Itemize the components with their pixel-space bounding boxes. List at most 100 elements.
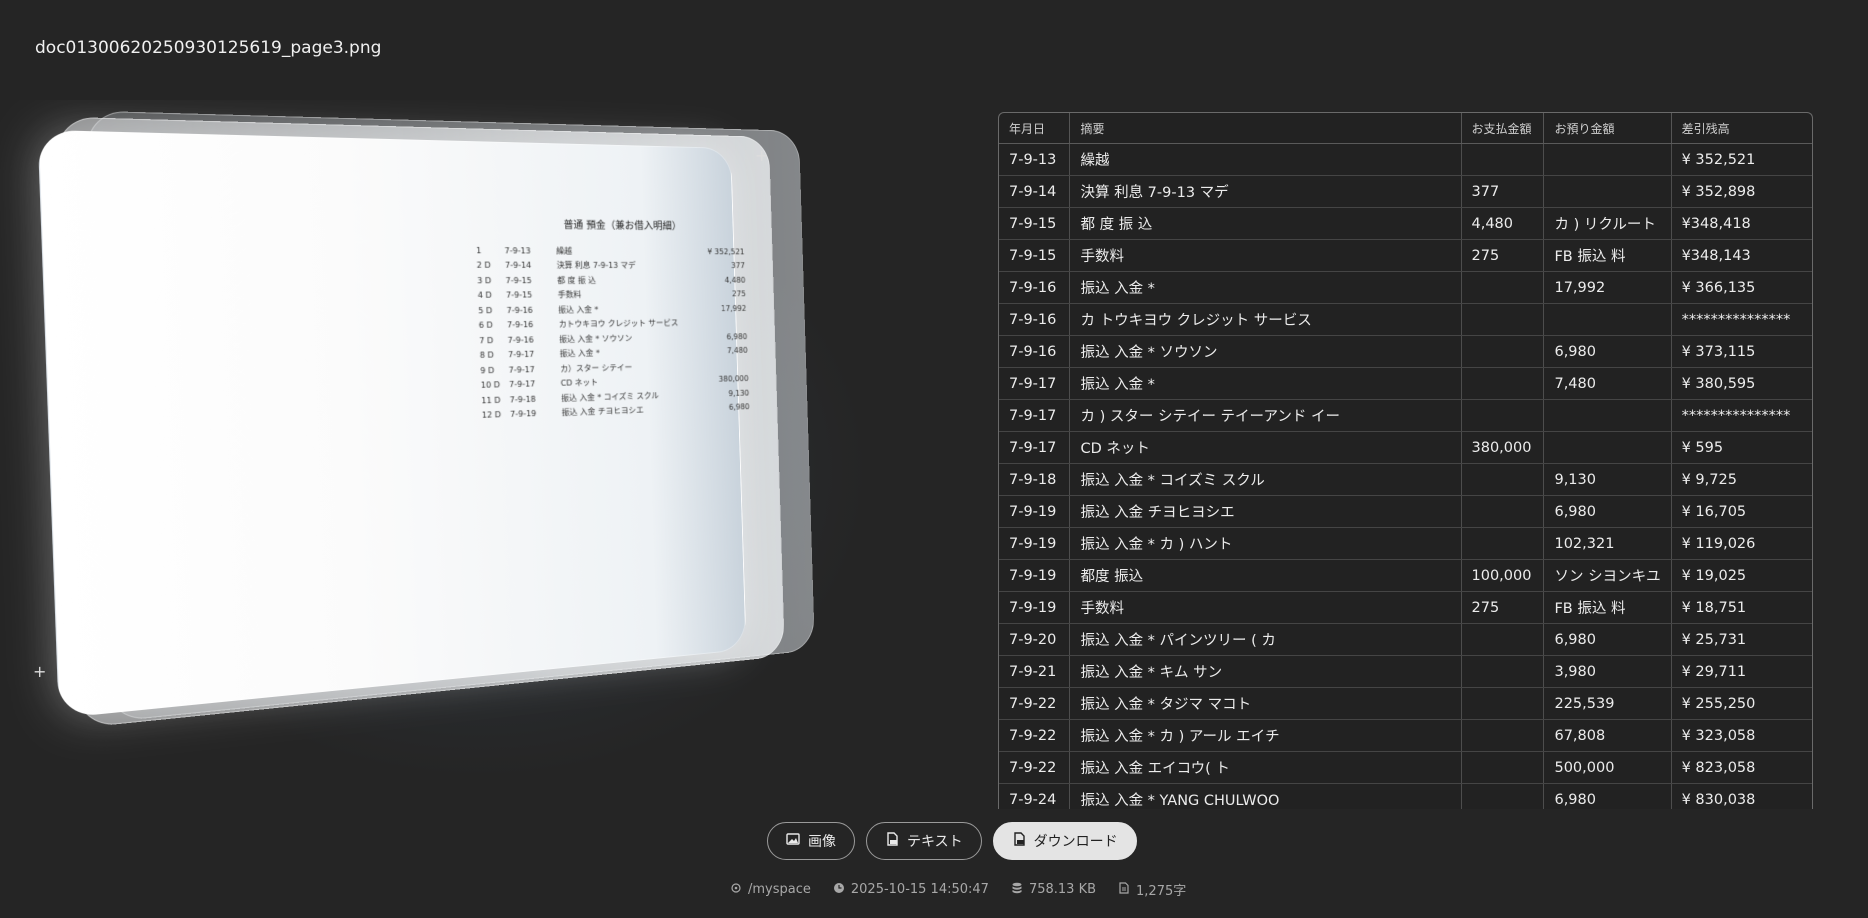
cell-description: 振込 入金 * ソウソン — [1070, 336, 1461, 368]
cell-balance: ¥ 119,026 — [1671, 528, 1812, 560]
cell-payment — [1461, 528, 1544, 560]
preview-line: 3 D 7-9-15 都 度 振 込 4,480 — [477, 273, 764, 288]
file-name: doc01300620250930125619_page3.png — [35, 38, 381, 58]
preview-line-field: 377 — [690, 259, 745, 273]
cell-deposit: 6,980 — [1544, 784, 1671, 810]
cell-balance: ¥ 18,751 — [1671, 592, 1812, 624]
crosshair-icon: + — [33, 662, 46, 681]
table-row: 7-9-19 手数料 275 FB 振込 料 ¥ 18,751 — [999, 592, 1812, 624]
cell-payment — [1461, 272, 1544, 304]
cell-description: 振込 入金 * カ ) ハント — [1070, 528, 1461, 560]
preview-line: 2 D 7-9-14 決算 利息 7-9-13 マデ 377 — [476, 258, 763, 273]
meta-size-text: 758.13 KB — [1029, 882, 1096, 897]
header-payment: お支払金額 — [1461, 113, 1544, 144]
table-header-row: 年月日 摘要 お支払金額 お預り金額 差引残高 — [999, 113, 1812, 144]
preview-line-field: 4 D — [478, 288, 497, 303]
cell-description: 振込 入金 チヨヒヨシエ — [1070, 496, 1461, 528]
preview-line-field: 7-9-19 — [510, 406, 552, 422]
cell-payment — [1461, 336, 1544, 368]
cell-description: 繰越 — [1070, 144, 1461, 176]
table-row: 7-9-18 振込 入金 * コイズミ スクル 9,130 ¥ 9,725 — [999, 464, 1812, 496]
cell-description: 振込 入金 * YANG CHULWOO — [1070, 784, 1461, 810]
cell-balance: ¥ 823,058 — [1671, 752, 1812, 784]
text-button[interactable]: テキスト — [866, 822, 982, 860]
cell-payment — [1461, 752, 1544, 784]
image-button[interactable]: 画像 — [767, 822, 855, 860]
cell-description: 振込 入金 * — [1070, 272, 1461, 304]
meta-chars-text: 1,275字 — [1136, 880, 1186, 899]
cell-date: 7-9-20 — [999, 624, 1070, 656]
header-date: 年月日 — [999, 113, 1070, 144]
cell-description: 振込 入金 * キム サン — [1070, 656, 1461, 688]
cell-deposit: 6,980 — [1544, 336, 1671, 368]
image-preview[interactable]: 普通 預金（兼お借入明細） 1 7-9-13 繰越 ¥ 352,521 2 D 7-9-1… — [0, 100, 960, 808]
cell-payment — [1461, 464, 1544, 496]
cell-description: カ トウキヨウ クレジット サービス — [1070, 304, 1461, 336]
ocr-table-container[interactable]: 年月日 摘要 お支払金額 お預り金額 差引残高 7-9-13 繰越 ¥ 352,52… — [998, 112, 1813, 809]
cell-balance: ¥ 373,115 — [1671, 336, 1812, 368]
cell-deposit: 9,130 — [1544, 464, 1671, 496]
preview-line-field: 4,480 — [690, 273, 745, 287]
cell-payment: 100,000 — [1461, 560, 1544, 592]
preview-line-field: 6,980 — [695, 400, 750, 416]
cell-deposit: ソン シヨンキユ — [1544, 560, 1671, 592]
preview-line-field: 7-9-17 — [509, 377, 551, 393]
cell-description: 振込 入金 * タジマ マコト — [1070, 688, 1461, 720]
cell-deposit: 102,321 — [1544, 528, 1671, 560]
table-row: 7-9-17 カ ) スター シテイー テイーアンド イー ************… — [999, 400, 1812, 432]
cell-description: 振込 入金 エイコウ( ト — [1070, 752, 1461, 784]
preview-line-field: 275 — [691, 287, 746, 302]
cell-date: 7-9-19 — [999, 528, 1070, 560]
cell-deposit: 6,980 — [1544, 496, 1671, 528]
preview-line-field — [692, 316, 747, 331]
cell-description: カ ) スター シテイー テイーアンド イー — [1070, 400, 1461, 432]
cell-payment — [1461, 368, 1544, 400]
cell-deposit: 500,000 — [1544, 752, 1671, 784]
preview-line-field: 決算 利息 7-9-13 マデ — [557, 259, 682, 274]
preview-line: 1 7-9-13 繰越 ¥ 352,521 — [476, 243, 763, 259]
cell-balance: ¥ 352,521 — [1671, 144, 1812, 176]
cell-description: 振込 入金 * カ ) アール エイチ — [1070, 720, 1461, 752]
cell-date: 7-9-22 — [999, 752, 1070, 784]
preview-line-field: 7-9-16 — [506, 303, 548, 318]
cell-date: 7-9-17 — [999, 400, 1070, 432]
crosshair-icon: + — [755, 146, 768, 165]
cell-balance: ¥ 323,058 — [1671, 720, 1812, 752]
database-icon — [1011, 882, 1023, 898]
preview-line-field: 2 D — [476, 258, 495, 273]
cell-date: 7-9-15 — [999, 208, 1070, 240]
preview-line-field: 振込 入金 チヨヒヨシエ — [562, 402, 686, 421]
table-row: 7-9-22 振込 入金 * タジマ マコト 225,539 ¥ 255,250 — [999, 688, 1812, 720]
preview-line-field: 5 D — [478, 303, 497, 318]
cell-description: 決算 利息 7-9-13 マデ — [1070, 176, 1461, 208]
cell-payment: 4,480 — [1461, 208, 1544, 240]
cell-description: 振込 入金 * パインツリー ( カ — [1070, 624, 1461, 656]
preview-document-lines: 1 7-9-13 繰越 ¥ 352,521 2 D 7-9-14 決算 利息 7-9-13 … — [476, 243, 768, 423]
cell-payment — [1461, 144, 1544, 176]
header-balance: 差引残高 — [1671, 113, 1812, 144]
cell-description: 振込 入金 * コイズミ スクル — [1070, 464, 1461, 496]
cell-description: 振込 入金 * — [1070, 368, 1461, 400]
preview-line-field: 7-9-14 — [505, 259, 547, 274]
cell-deposit: FB 振込 料 — [1544, 592, 1671, 624]
cell-date: 7-9-24 — [999, 784, 1070, 810]
preview-line-field: 3 D — [477, 273, 496, 288]
cell-date: 7-9-14 — [999, 176, 1070, 208]
text-button-label: テキスト — [907, 831, 963, 851]
table-row: 7-9-16 振込 入金 * ソウソン 6,980 ¥ 373,115 — [999, 336, 1812, 368]
preview-line-field: 8 D — [480, 348, 499, 363]
cell-description: 都 度 振 込 — [1070, 208, 1461, 240]
preview-line-field: ¥ 352,521 — [690, 245, 745, 259]
preview-line-field: 11 D — [481, 393, 500, 408]
cell-date: 7-9-19 — [999, 560, 1070, 592]
table-row: 7-9-21 振込 入金 * キム サン 3,980 ¥ 29,711 — [999, 656, 1812, 688]
cell-balance: *************** — [1671, 400, 1812, 432]
download-button[interactable]: ダウンロード — [993, 822, 1137, 860]
cell-balance: ¥ 830,038 — [1671, 784, 1812, 810]
meta-path: /myspace — [730, 880, 811, 899]
table-row: 7-9-19 都度 振込 100,000 ソン シヨンキユ ¥ 19,025 — [999, 560, 1812, 592]
cell-date: 7-9-18 — [999, 464, 1070, 496]
preview-line-field: 7-9-13 — [504, 244, 546, 259]
meta-chars: 1,275字 — [1118, 880, 1186, 899]
preview-line-field: 振込 入金 * — [558, 302, 683, 318]
